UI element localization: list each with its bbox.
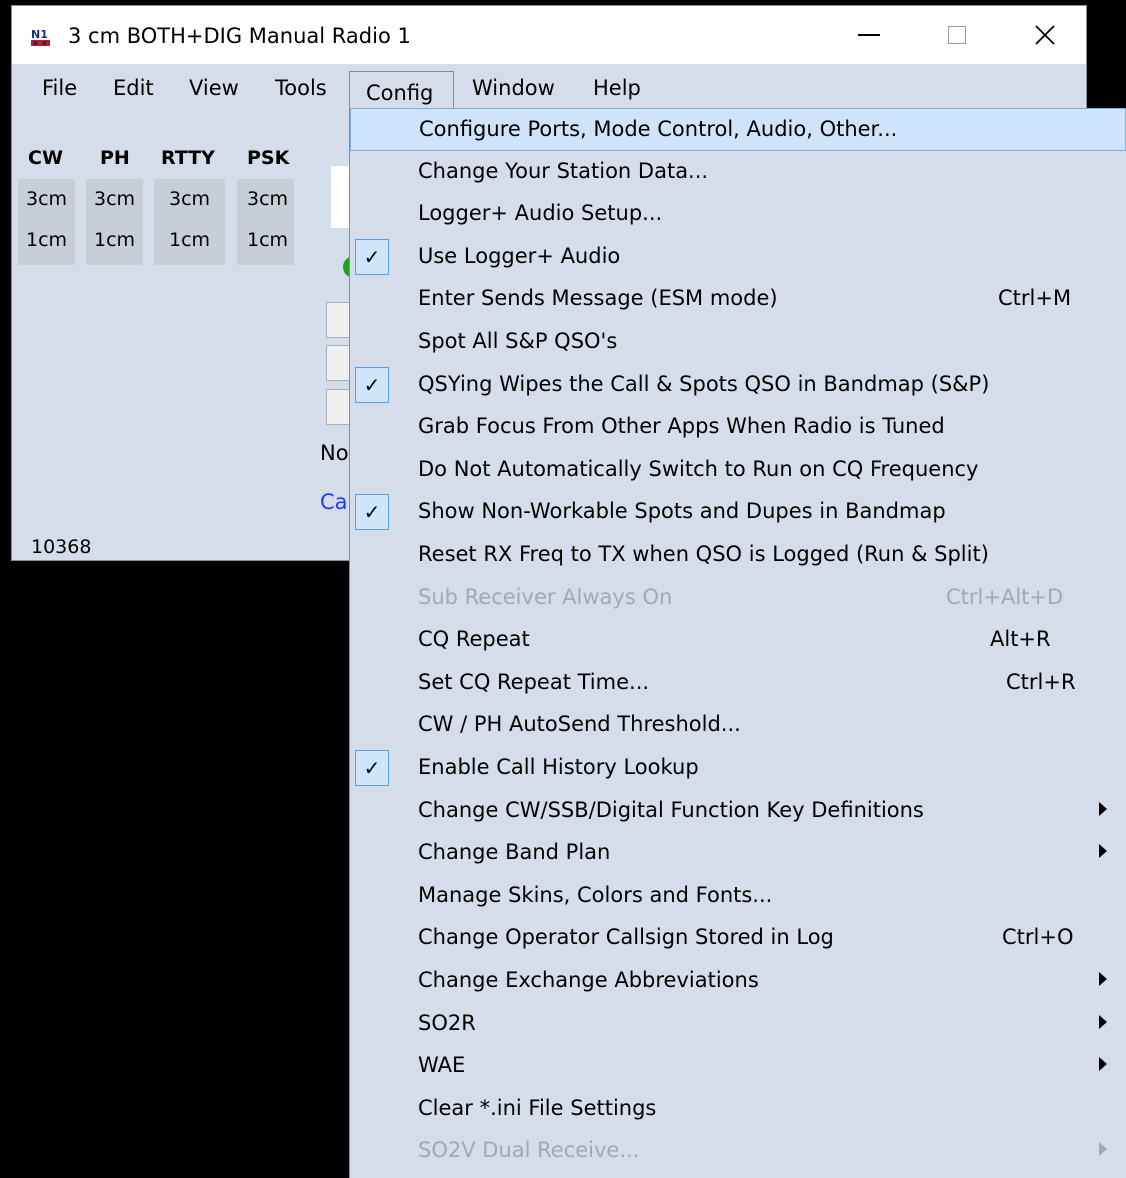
config-menu-item[interactable]: SO2R	[350, 1003, 1126, 1046]
minimize-button[interactable]	[825, 6, 913, 64]
band-button-cw-3cm[interactable]: 3cm	[26, 188, 67, 210]
submenu-arrow-icon	[1099, 1057, 1107, 1072]
title-bar[interactable]: N1 3 cm BOTH+DIG Manual Radio 1	[12, 6, 1086, 64]
band-button-cw-1cm[interactable]: 1cm	[26, 229, 67, 251]
config-menu-item: Sub Receiver Always On Ctrl+Alt+D	[350, 577, 1126, 620]
config-menu-item-label: SO2V Dual Receive...	[418, 1138, 640, 1163]
maximize-icon	[948, 26, 966, 44]
submenu-arrow-icon	[1099, 1014, 1107, 1029]
config-menu-item-label: CQ Repeat	[418, 627, 530, 652]
mode-header-cw: CW	[28, 147, 63, 169]
submenu-arrow-icon	[1099, 801, 1107, 816]
svg-text:N1: N1	[31, 28, 48, 41]
close-icon	[1035, 25, 1055, 45]
config-menu-item-label: QSYing Wipes the Call & Spots QSO in Ban…	[418, 371, 990, 396]
checkmark-icon: ✓	[355, 750, 389, 786]
config-menu-item-label: Configure Ports, Mode Control, Audio, Ot…	[419, 117, 898, 141]
menu-window[interactable]: Window	[456, 64, 571, 112]
config-menu-item: SO2V Dual Receive...	[350, 1130, 1126, 1173]
config-menu-item-label: Change Your Station Data...	[418, 158, 709, 183]
config-menu-item[interactable]: CW / PH AutoSend Threshold...	[350, 704, 1126, 747]
config-menu-item-label: Change Operator Callsign Stored in Log	[418, 925, 834, 950]
close-button[interactable]	[1001, 6, 1089, 64]
text-fragment-ca[interactable]: Ca	[320, 490, 348, 514]
config-menu-item[interactable]: Set CQ Repeat Time... Ctrl+R	[350, 662, 1126, 705]
window-title: 3 cm BOTH+DIG Manual Radio 1	[68, 24, 411, 48]
config-menu-item-label: Use Logger+ Audio	[418, 243, 621, 268]
band-button-ph-1cm[interactable]: 1cm	[94, 229, 135, 251]
checkmark-icon: ✓	[355, 494, 389, 531]
mode-header-rtty: RTTY	[161, 147, 215, 169]
maximize-button[interactable]	[913, 6, 1001, 64]
config-menu-item[interactable]: CQ Repeat Alt+R	[350, 619, 1126, 662]
config-menu-item[interactable]: ✓ QSYing Wipes the Call & Spots QSO in Ba…	[350, 364, 1126, 407]
config-menu-item[interactable]: Spot All S&P QSO's	[350, 321, 1126, 364]
config-menu-item-label: Set CQ Repeat Time...	[418, 669, 650, 694]
config-menu-item-shortcut: Ctrl+M	[998, 286, 1072, 311]
config-menu-item-label: Grab Focus From Other Apps When Radio is…	[418, 414, 945, 439]
config-menu-item[interactable]: ✓ Enable Call History Lookup	[350, 747, 1126, 790]
checkmark-icon: ✓	[355, 366, 389, 403]
band-button-ph-3cm[interactable]: 3cm	[94, 188, 135, 210]
config-menu-item-label: Spot All S&P QSO's	[418, 329, 618, 353]
mode-header-psk: PSK	[247, 147, 290, 169]
config-menu-item-label: Change Band Plan	[418, 840, 611, 865]
checkmark-icon: ✓	[355, 238, 389, 275]
config-menu-item-label: Enter Sends Message (ESM mode)	[418, 286, 778, 311]
band-button-rtty-3cm[interactable]: 3cm	[169, 188, 210, 210]
config-menu-item[interactable]: Change Exchange Abbreviations	[350, 960, 1126, 1003]
mode-header-ph: PH	[100, 147, 130, 169]
submenu-arrow-icon	[1099, 1142, 1107, 1157]
config-menu-item[interactable]: Manage Skins, Colors and Fonts...	[350, 875, 1126, 918]
config-menu-item[interactable]: Reset RX Freq to TX when QSO is Logged (…	[350, 534, 1126, 577]
config-menu-item[interactable]: Do Not Automatically Switch to Run on CQ…	[350, 449, 1126, 492]
config-menu-item-label: Clear *.ini File Settings	[418, 1095, 657, 1120]
menu-bar: File Edit View Tools Config Window Help	[12, 64, 1086, 114]
config-dropdown-menu: Configure Ports, Mode Control, Audio, Ot…	[349, 108, 1126, 1178]
config-menu-item[interactable]: ✓ Use Logger+ Audio	[350, 236, 1126, 279]
band-button-psk-3cm[interactable]: 3cm	[247, 188, 288, 210]
menu-view[interactable]: View	[173, 64, 255, 112]
config-menu-item[interactable]: WAE	[350, 1045, 1126, 1088]
config-menu-item[interactable]: Configure Ports, Mode Control, Audio, Ot…	[350, 108, 1126, 151]
config-menu-item[interactable]: Change Band Plan	[350, 832, 1126, 875]
text-fragment-no: No	[320, 441, 349, 465]
config-menu-item-label: Logger+ Audio Setup...	[418, 201, 663, 226]
menu-help[interactable]: Help	[577, 64, 657, 112]
config-menu-item[interactable]: Grab Focus From Other Apps When Radio is…	[350, 406, 1126, 449]
app-logo-icon: N1	[30, 26, 51, 47]
config-menu-item-label: Enable Call History Lookup	[418, 755, 699, 779]
config-menu-item-label: WAE	[418, 1053, 466, 1078]
config-menu-item-shortcut: Ctrl+O	[1002, 925, 1074, 950]
config-menu-item-shortcut: Ctrl+R	[1006, 669, 1076, 694]
config-menu-item-label: Change Exchange Abbreviations	[418, 968, 759, 992]
config-menu-item[interactable]: Logger+ Audio Setup...	[350, 193, 1126, 236]
config-menu-item-shortcut: Alt+R	[990, 627, 1051, 652]
band-button-psk-1cm[interactable]: 1cm	[247, 229, 288, 251]
config-menu-item-label: CW / PH AutoSend Threshold...	[418, 712, 741, 737]
config-menu-item-label: Manage Skins, Colors and Fonts...	[418, 882, 773, 907]
frequency-readout: 10368	[31, 536, 92, 558]
submenu-arrow-icon	[1099, 972, 1107, 986]
band-button-rtty-1cm[interactable]: 1cm	[169, 229, 210, 251]
config-menu-item-label: Do Not Automatically Switch to Run on CQ…	[418, 456, 979, 481]
config-menu-item[interactable]: ✓ Show Non-Workable Spots and Dupes in Ba…	[350, 491, 1126, 534]
config-menu-item[interactable]: Clear *.ini File Settings	[350, 1088, 1126, 1131]
menu-file[interactable]: File	[26, 64, 93, 112]
config-menu-item-label: Change CW/SSB/Digital Function Key Defin…	[418, 797, 924, 822]
config-menu-item-label: Sub Receiver Always On	[418, 584, 673, 609]
menu-edit[interactable]: Edit	[97, 64, 170, 112]
config-menu-item[interactable]: Change Your Station Data...	[350, 151, 1126, 194]
config-menu-item-label: SO2R	[418, 1010, 476, 1035]
config-menu-item-shortcut: Ctrl+Alt+D	[946, 584, 1064, 609]
config-menu-item-label: Reset RX Freq to TX when QSO is Logged (…	[418, 542, 989, 566]
submenu-arrow-icon	[1099, 844, 1107, 859]
menu-tools[interactable]: Tools	[259, 64, 343, 112]
config-menu-item[interactable]: Change CW/SSB/Digital Function Key Defin…	[350, 790, 1126, 833]
config-menu-item[interactable]: Change Operator Callsign Stored in Log Ct…	[350, 917, 1126, 960]
config-menu-item-label: Show Non-Workable Spots and Dupes in Ban…	[418, 499, 946, 524]
config-menu-item[interactable]: Enter Sends Message (ESM mode) Ctrl+M	[350, 278, 1126, 321]
minimize-icon	[858, 34, 880, 36]
